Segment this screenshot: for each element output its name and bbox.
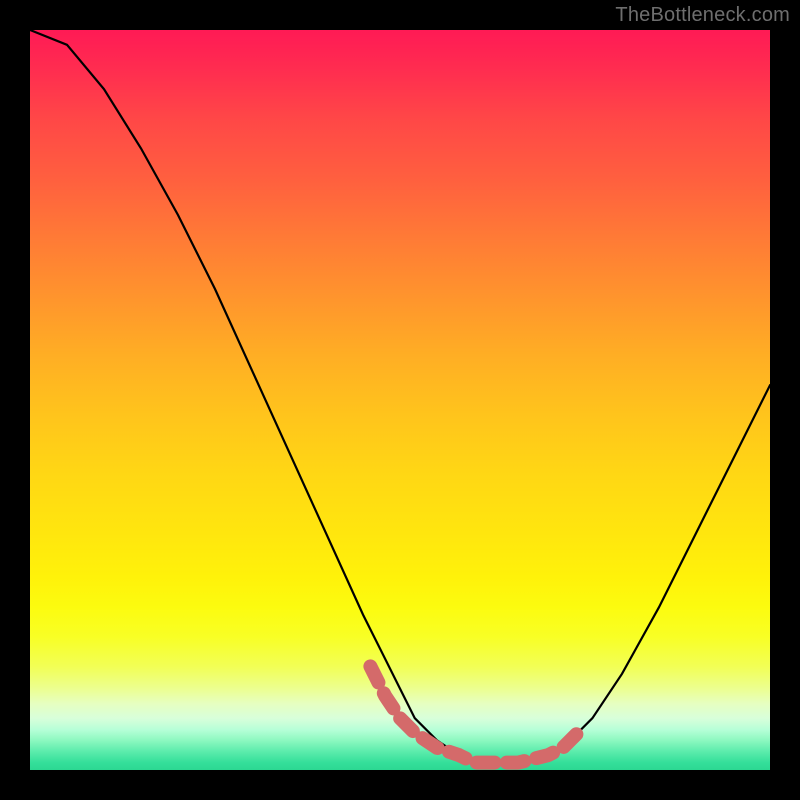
highlight-segment [370,666,577,762]
watermark-text: TheBottleneck.com [615,4,790,27]
curves-svg [30,30,770,770]
bottleneck-curve [30,30,770,763]
outer-frame: TheBottleneck.com [0,0,800,800]
plot-area [30,30,770,770]
